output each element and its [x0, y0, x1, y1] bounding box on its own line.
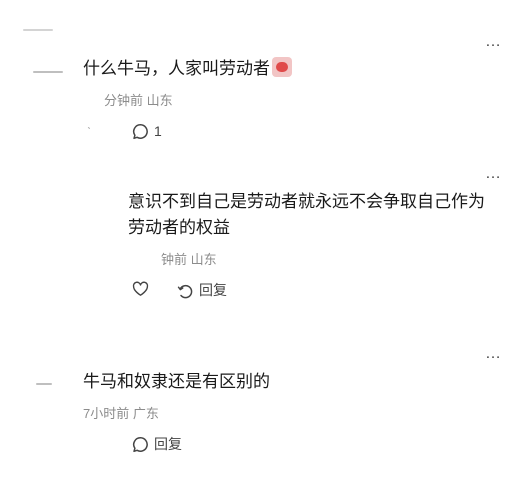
comment-text: 牛马和奴隶还是有区别的 — [83, 372, 270, 391]
comment-text-content: 什么牛马，人家叫劳动者 — [83, 59, 270, 78]
reply-text-line1: 意识不到自己是劳动者就永远不会争取自己作为 — [128, 192, 485, 211]
comment-meta: 分钟前 山东 — [104, 93, 173, 108]
reply-button[interactable]: 回复 — [177, 281, 227, 299]
comment-action-partial: ˋ — [87, 125, 91, 139]
comment-bubble-icon — [132, 123, 149, 140]
heart-icon — [132, 281, 149, 297]
laughing-emoji-icon — [272, 57, 292, 77]
more-options-icon[interactable]: … — [485, 34, 502, 50]
avatar[interactable] — [36, 383, 52, 385]
reply-count-button[interactable]: 1 — [132, 122, 162, 140]
reply-label: 回复 — [154, 436, 182, 452]
reply-text-line2: 劳动者的权益 — [128, 218, 230, 237]
reply-meta: 钟前 山东 — [161, 252, 217, 267]
comment-meta: 7小时前 广东 — [83, 406, 159, 421]
reply-arrow-icon — [177, 282, 194, 299]
comment-text: 什么牛马，人家叫劳动者 — [83, 56, 292, 82]
reply-count: 1 — [154, 123, 162, 139]
reply-button[interactable]: 回复 — [132, 435, 182, 453]
reply-label: 回复 — [199, 282, 227, 298]
more-options-icon[interactable]: … — [485, 166, 502, 182]
avatar[interactable] — [33, 71, 63, 73]
more-options-icon[interactable]: … — [485, 346, 502, 362]
like-button[interactable] — [132, 281, 149, 297]
avatar-partial — [23, 29, 53, 31]
comment-bubble-icon — [132, 436, 149, 453]
